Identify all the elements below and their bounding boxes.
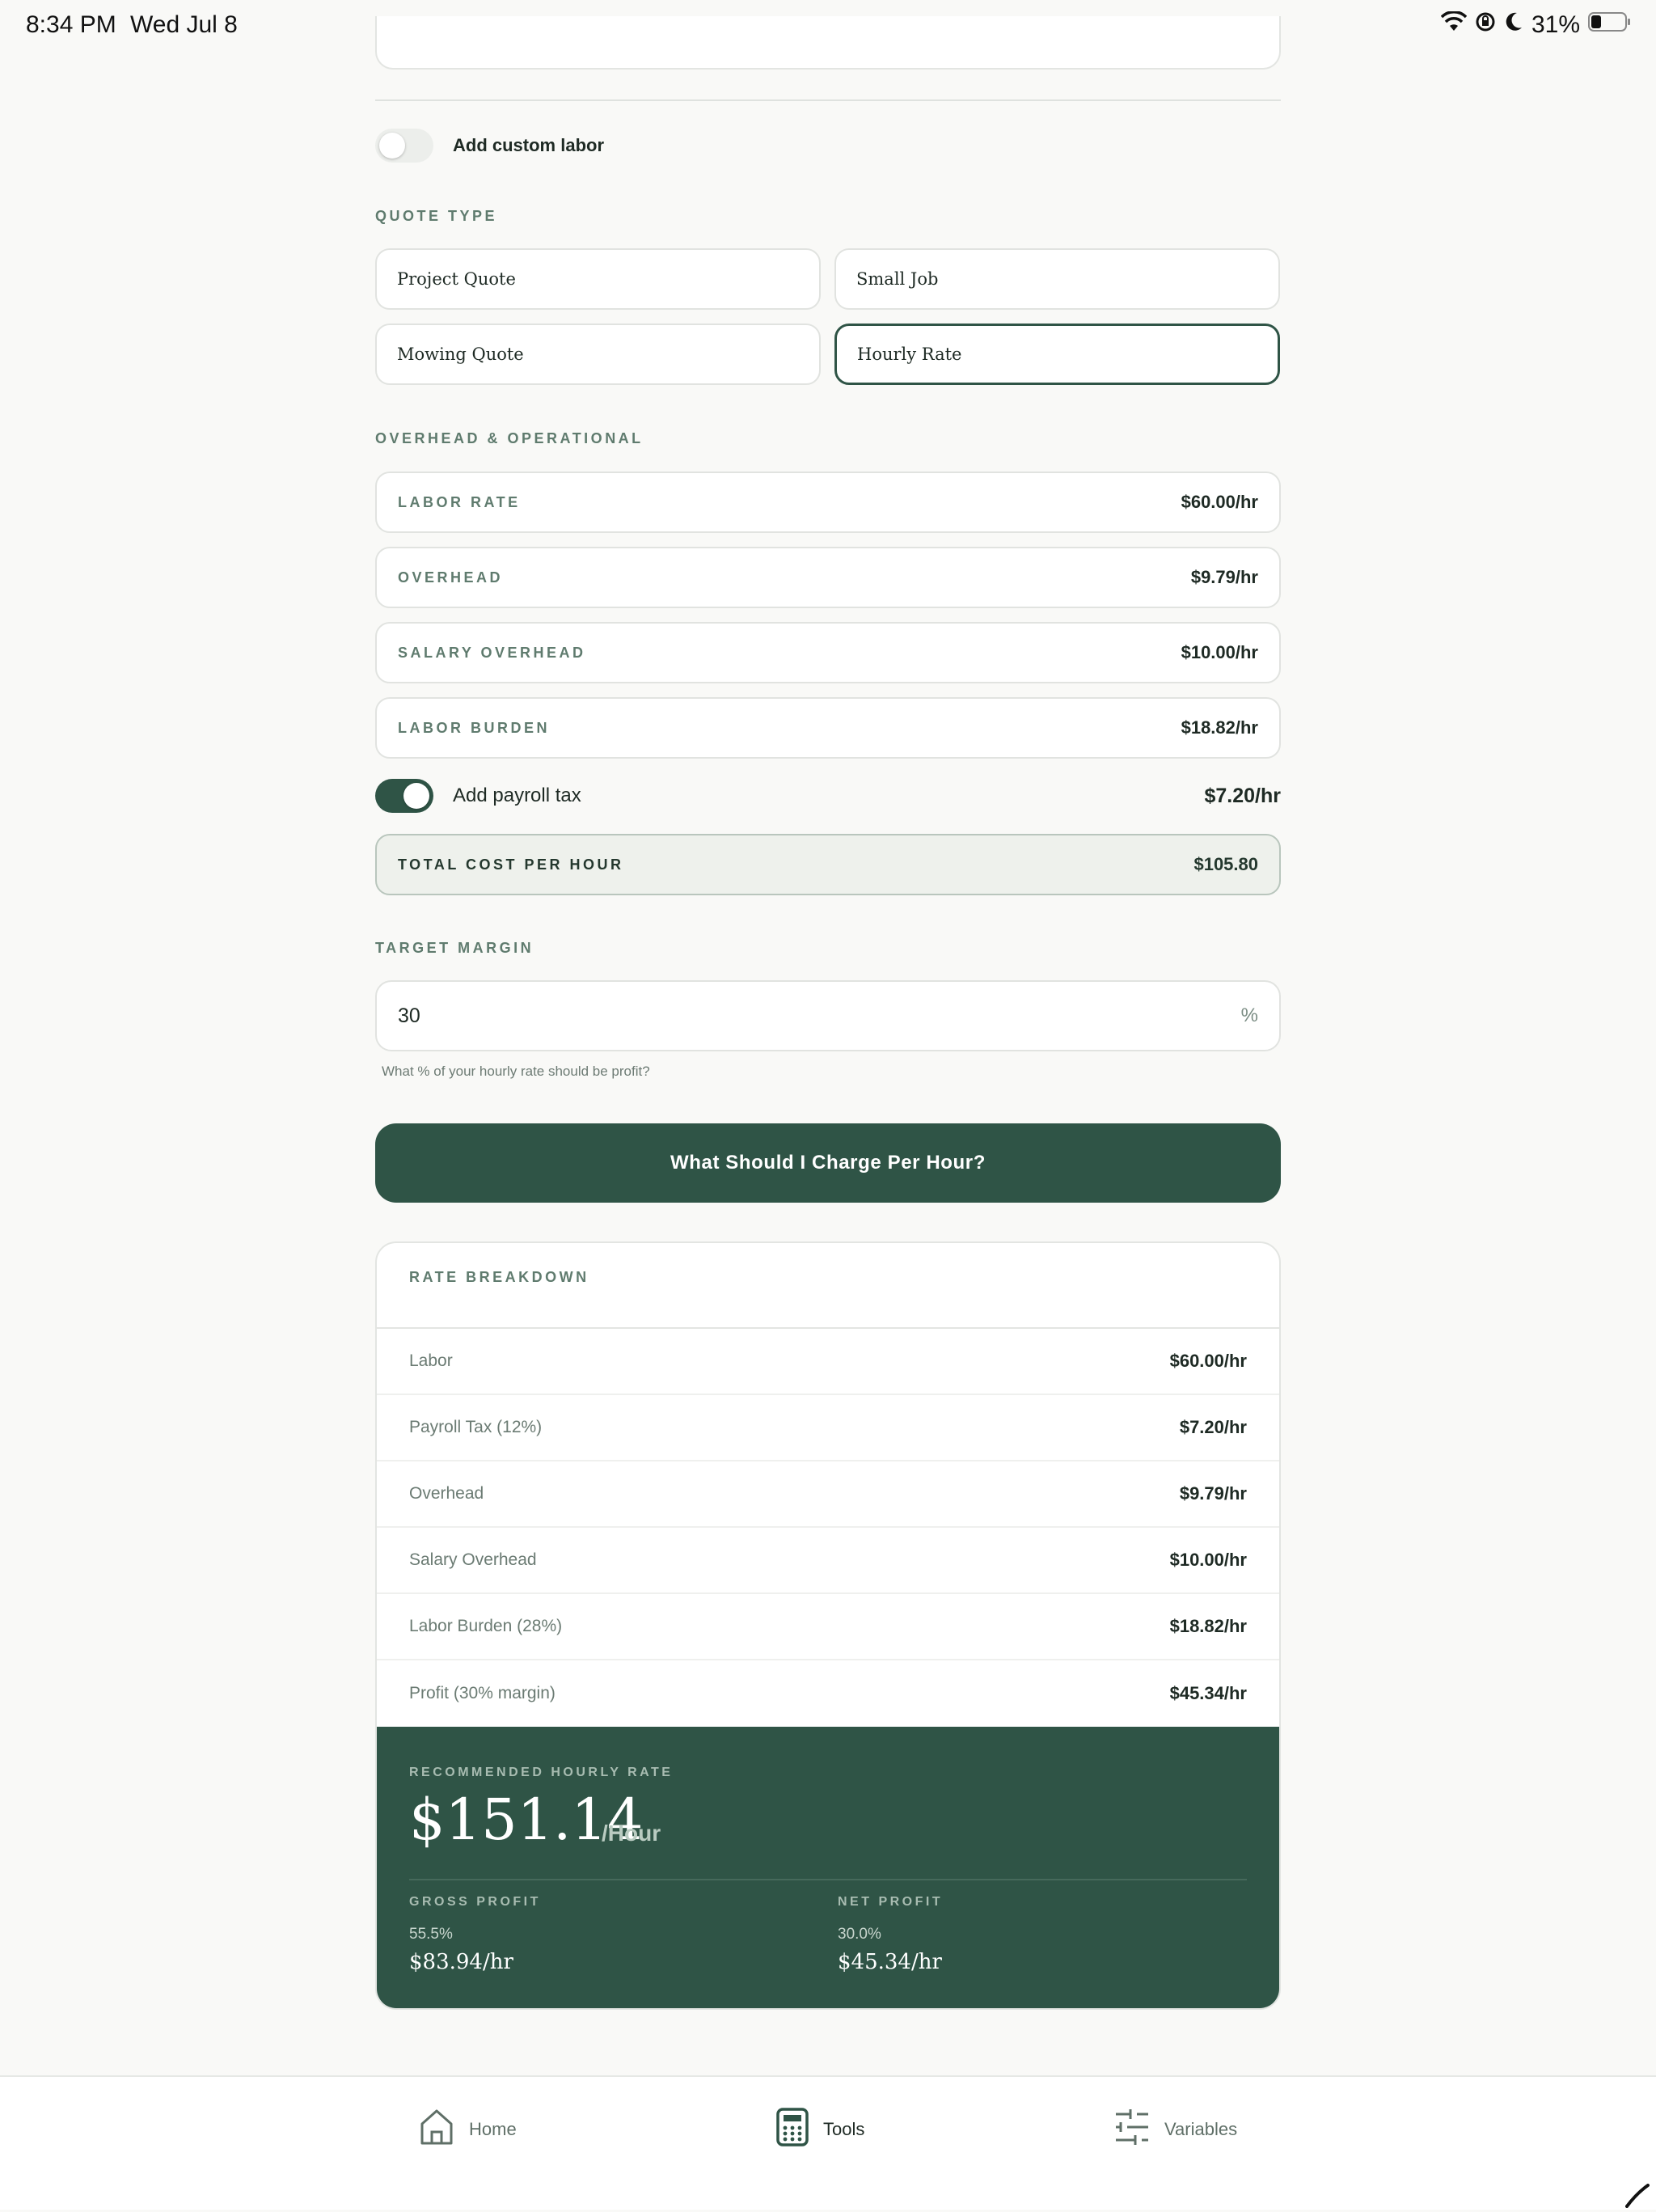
breakdown-item-name: Overhead xyxy=(409,1484,484,1503)
quote-option-project[interactable]: Project Quote xyxy=(375,248,821,310)
quote-option-hourly[interactable]: Hourly Rate xyxy=(834,324,1280,385)
quote-type-heading: QUOTE TYPE xyxy=(375,208,498,224)
breakdown-item-name: Payroll Tax (12%) xyxy=(409,1418,543,1436)
field-value: $60.00/hr xyxy=(1181,492,1258,512)
breakdown-row: Labor $60.00/hr xyxy=(377,1329,1279,1395)
overhead-heading: OVERHEAD & OPERATIONAL xyxy=(375,430,644,446)
target-margin-help: What % of your hourly rate should be pro… xyxy=(382,1064,650,1079)
breakdown-row: Overhead $9.79/hr xyxy=(377,1461,1279,1528)
wifi-icon xyxy=(1440,11,1468,39)
field-value: $9.79/hr xyxy=(1190,567,1258,587)
breakdown-item-name: Salary Overhead xyxy=(409,1550,537,1569)
breakdown-item-value: $45.34/hr xyxy=(1169,1683,1247,1703)
breakdown-row: Payroll Tax (12%) $7.20/hr xyxy=(377,1395,1279,1461)
salary-overhead-field[interactable]: SALARY OVERHEAD $10.00/hr xyxy=(375,622,1281,683)
breakdown-header: RATE BREAKDOWN xyxy=(377,1243,1279,1329)
battery-icon xyxy=(1588,11,1632,39)
payroll-tax-label: Add payroll tax xyxy=(453,785,581,806)
breakdown-title: RATE BREAKDOWN xyxy=(409,1269,589,1285)
target-margin-value: 30 xyxy=(398,1004,420,1027)
rate-breakdown-card: RATE BREAKDOWN Labor $60.00/hr Payroll T… xyxy=(375,1241,1281,2010)
battery-percent: 31% xyxy=(1531,11,1580,38)
field-label: LABOR RATE xyxy=(398,493,521,510)
breakdown-item-value: $60.00/hr xyxy=(1169,1351,1247,1371)
quote-option-mowing[interactable]: Mowing Quote xyxy=(375,324,821,385)
tab-label: Variables xyxy=(1164,2118,1238,2139)
field-value: $18.82/hr xyxy=(1181,717,1258,738)
tab-tools[interactable]: Tools xyxy=(776,2108,864,2151)
breakdown-item-value: $7.20/hr xyxy=(1179,1417,1247,1437)
labor-burden-field[interactable]: LABOR BURDEN $18.82/hr xyxy=(375,697,1281,759)
tab-home[interactable]: Home xyxy=(419,2108,517,2151)
breakdown-item-name: Profit (30% margin) xyxy=(409,1684,556,1702)
overhead-field[interactable]: OVERHEAD $9.79/hr xyxy=(375,547,1281,608)
custom-labor-toggle[interactable] xyxy=(375,129,433,163)
pencil-indicator-icon xyxy=(1625,2184,1650,2208)
breakdown-row: Labor Burden (28%) $18.82/hr xyxy=(377,1594,1279,1660)
breakdown-row: Profit (30% margin) $45.34/hr xyxy=(377,1660,1279,1727)
total-value: $105.80 xyxy=(1193,854,1258,874)
recommended-rate-label: RECOMMENDED HOURLY RATE xyxy=(409,1766,674,1779)
breakdown-item-value: $18.82/hr xyxy=(1169,1616,1247,1636)
total-label: TOTAL COST PER HOUR xyxy=(398,856,624,873)
payroll-tax-toggle[interactable] xyxy=(375,779,433,813)
section-divider xyxy=(375,99,1281,101)
breakdown-item-value: $10.00/hr xyxy=(1169,1550,1247,1570)
previous-field-card xyxy=(375,16,1281,70)
result-divider xyxy=(409,1879,1247,1880)
status-date: Wed Jul 8 xyxy=(130,11,238,38)
status-time: 8:34 PM xyxy=(26,11,116,38)
gross-profit-percent: 55.5% xyxy=(409,1926,453,1943)
net-profit-label: NET PROFIT xyxy=(838,1895,944,1909)
payroll-tax-value: $7.20/hr xyxy=(1204,785,1281,807)
breakdown-item-value: $9.79/hr xyxy=(1179,1483,1247,1504)
recommended-rate-unit: /Hour xyxy=(602,1821,661,1846)
field-value: $10.00/hr xyxy=(1181,642,1258,662)
bottom-tab-bar: Home Tools Variables xyxy=(0,2075,1656,2210)
gross-profit-label: GROSS PROFIT xyxy=(409,1895,541,1909)
field-label: OVERHEAD xyxy=(398,569,504,586)
status-indicators: 31% xyxy=(1440,11,1632,39)
sliders-icon xyxy=(1114,2108,1150,2151)
breakdown-item-name: Labor Burden (28%) xyxy=(409,1617,563,1635)
labor-rate-field[interactable]: LABOR RATE $60.00/hr xyxy=(375,472,1281,533)
home-icon xyxy=(419,2108,454,2151)
quote-option-small-job[interactable]: Small Job xyxy=(834,248,1280,310)
field-label: SALARY OVERHEAD xyxy=(398,644,586,661)
moon-icon xyxy=(1504,11,1523,39)
tab-label: Home xyxy=(469,2118,517,2139)
tab-variables[interactable]: Variables xyxy=(1114,2108,1237,2151)
tab-label: Tools xyxy=(823,2118,865,2139)
total-cost-per-hour: TOTAL COST PER HOUR $105.80 xyxy=(375,834,1281,895)
recommended-rate-panel: RECOMMENDED HOURLY RATE $151.14 /Hour GR… xyxy=(377,1727,1279,2008)
target-margin-heading: TARGET MARGIN xyxy=(375,940,534,956)
calculate-rate-button[interactable]: What Should I Charge Per Hour? xyxy=(375,1123,1281,1203)
gross-profit-value: $83.94/hr xyxy=(409,1950,513,1974)
percent-unit: % xyxy=(1240,1004,1258,1026)
net-profit-percent: 30.0% xyxy=(838,1926,881,1943)
orientation-lock-icon xyxy=(1475,11,1496,39)
custom-labor-label: Add custom labor xyxy=(453,135,605,155)
breakdown-item-name: Labor xyxy=(409,1351,453,1370)
target-margin-input[interactable]: 30 % xyxy=(375,980,1281,1051)
net-profit-value: $45.34/hr xyxy=(838,1950,942,1974)
calculator-icon xyxy=(776,2108,809,2151)
breakdown-row: Salary Overhead $10.00/hr xyxy=(377,1528,1279,1594)
field-label: LABOR BURDEN xyxy=(398,719,550,736)
